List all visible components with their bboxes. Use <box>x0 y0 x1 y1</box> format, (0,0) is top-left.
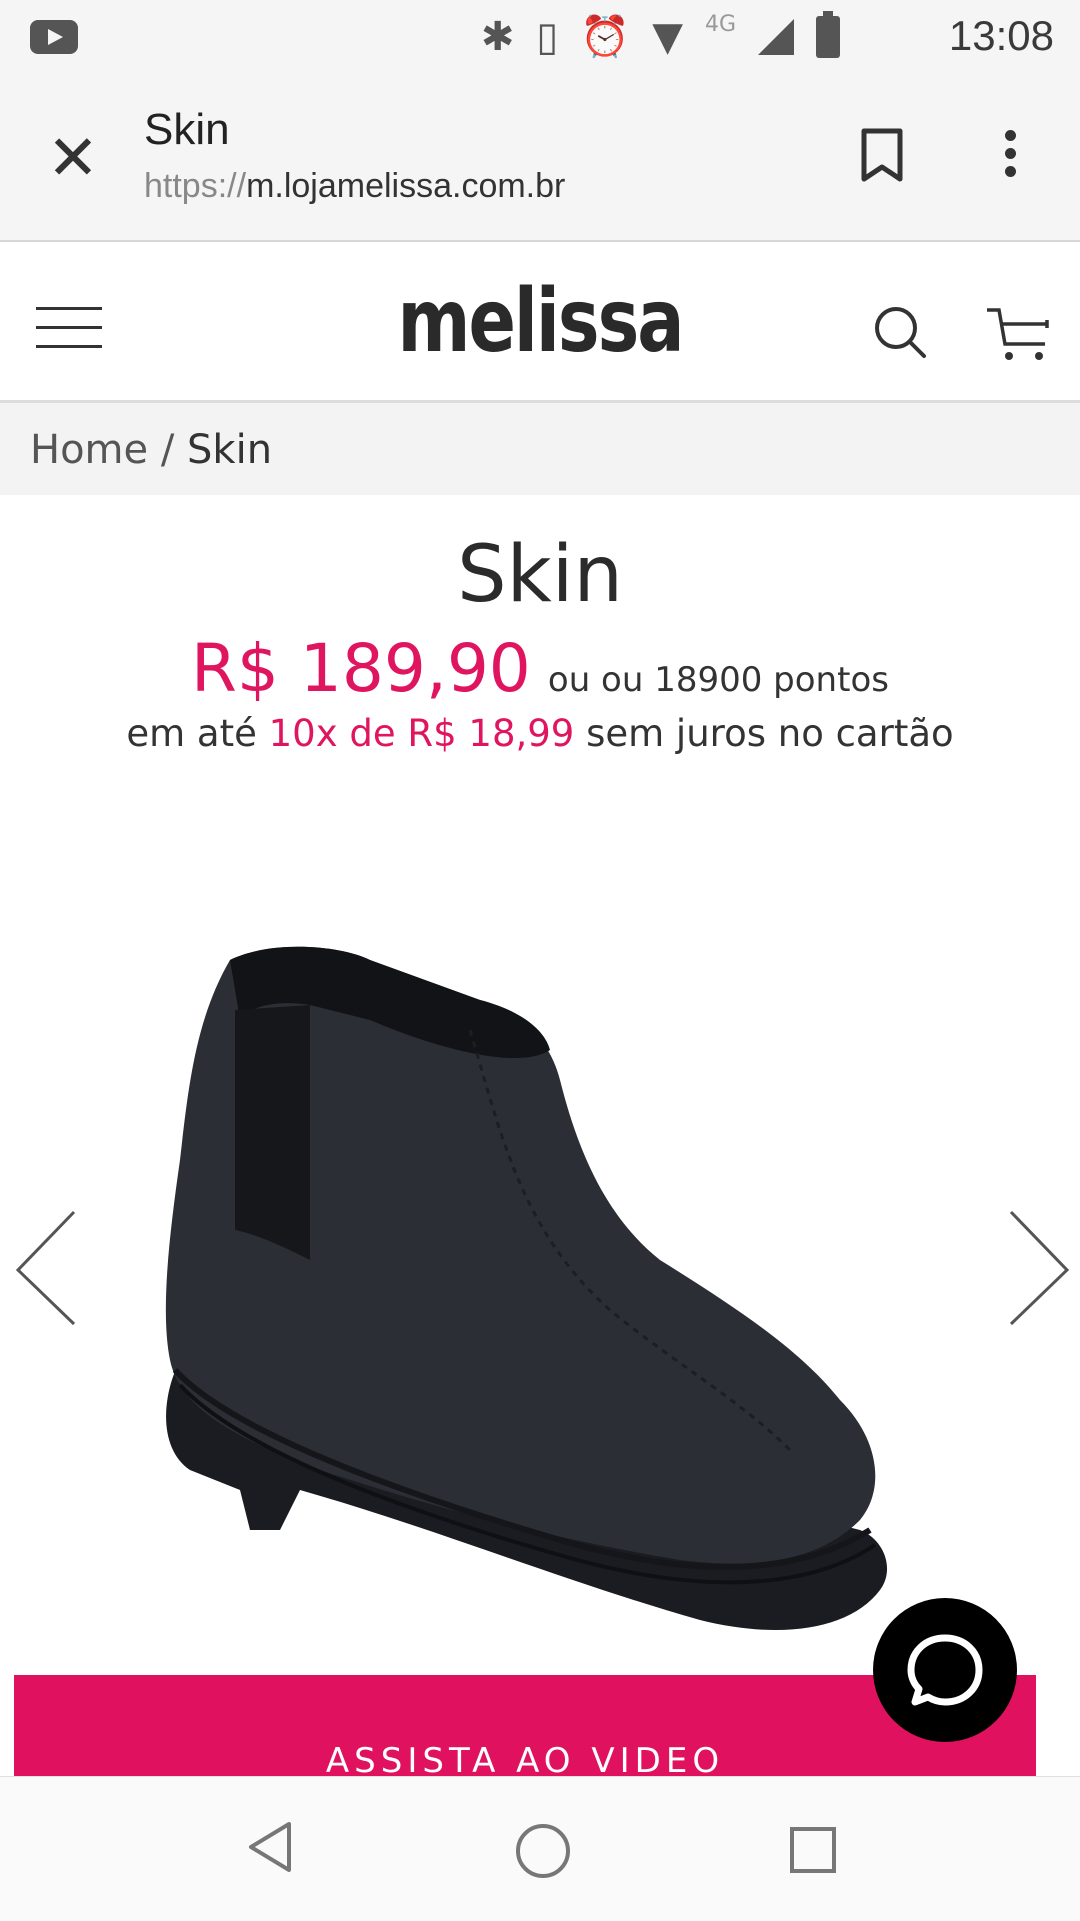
youtube-icon <box>30 20 78 54</box>
breadcrumb-separator: / <box>148 427 188 473</box>
vibrate-icon: ▯ <box>536 14 559 60</box>
bookmark-icon[interactable] <box>860 127 904 183</box>
cart-icon[interactable] <box>985 302 1051 364</box>
back-icon[interactable] <box>245 1820 295 1874</box>
recent-apps-icon[interactable] <box>790 1827 836 1873</box>
site-header: melissa <box>0 242 1080 403</box>
breadcrumb: Home / Skin <box>0 403 1080 495</box>
wifi-icon: ▼ <box>652 14 683 60</box>
installment-suffix: sem juros no cartão <box>574 712 954 755</box>
signal-icon <box>758 19 794 55</box>
installment-prefix: em até <box>126 712 269 755</box>
clock: 13:08 <box>948 12 1054 59</box>
status-icons: ✱ ▯ ⏰ ▼ 4G <box>480 11 840 62</box>
home-icon[interactable] <box>516 1824 570 1878</box>
chevron-left-icon[interactable] <box>12 1208 82 1328</box>
product-points: ou ou 18900 pontos <box>547 660 889 700</box>
breadcrumb-current: Skin <box>187 427 273 473</box>
status-bar: ✱ ▯ ⏰ ▼ 4G 13:08 <box>0 0 1080 75</box>
installment-info: em até 10x de R$ 18,99 sem juros no cart… <box>0 712 1080 755</box>
product-title: Skin <box>457 530 623 620</box>
network-type: 4G <box>704 12 736 37</box>
price-line: R$ 189,90 ou ou 18900 pontos <box>0 630 1080 707</box>
chevron-right-icon[interactable] <box>1003 1208 1073 1328</box>
chat-icon <box>907 1634 983 1706</box>
url-scheme: https:// <box>144 167 247 205</box>
bluetooth-icon: ✱ <box>480 14 515 60</box>
close-icon[interactable]: ✕ <box>38 123 108 193</box>
breadcrumb-home-link[interactable]: Home <box>30 427 148 473</box>
battery-icon <box>816 11 840 58</box>
chat-button[interactable] <box>873 1598 1017 1742</box>
product-price: R$ 189,90 <box>191 630 531 707</box>
url-host: m.lojamelissa.com.br <box>246 167 566 205</box>
page-title: Skin <box>144 105 230 154</box>
browser-toolbar: ✕ Skin https://m.lojamelissa.com.br <box>0 75 1080 242</box>
url-text: https://m.lojamelissa.com.br <box>144 167 565 206</box>
installment-highlight: 10x de R$ 18,99 <box>268 712 575 755</box>
alarm-icon: ⏰ <box>580 14 631 60</box>
watch-video-label: ASSISTA AO VIDEO <box>325 1741 725 1781</box>
search-icon[interactable] <box>872 304 928 360</box>
product-image <box>165 946 888 1630</box>
more-vert-icon[interactable] <box>995 125 1025 185</box>
